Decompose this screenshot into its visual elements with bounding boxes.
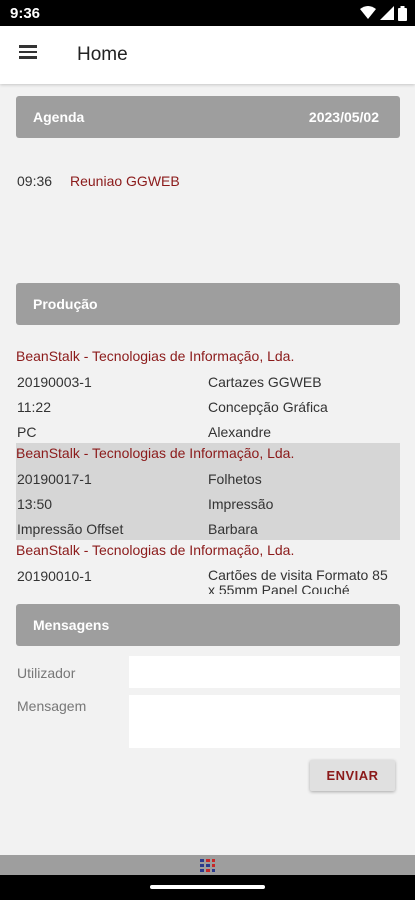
producao-title: Produção [33,296,98,312]
send-button[interactable]: ENVIAR [310,760,395,791]
producao-code: 20190010-1 [17,568,92,584]
producao-item[interactable]: BeanStalk - Tecnologias de Informação, L… [16,443,400,540]
footer-strip [0,855,415,875]
producao-item[interactable]: BeanStalk - Tecnologias de Informação, L… [16,346,400,443]
battery-icon [398,5,407,21]
mensagem-input[interactable] [129,695,400,748]
status-icons [360,5,407,21]
producao-operator: Barbara [208,521,258,537]
producao-item[interactable]: BeanStalk - Tecnologias de Informação, L… [16,540,400,594]
producao-company: BeanStalk - Tecnologias de Informação, L… [16,348,295,364]
utilizador-input[interactable] [129,656,400,688]
mensagens-title: Mensagens [33,617,110,633]
producao-header: Produção [16,283,400,325]
app-bar: Home [0,26,415,84]
status-bar: 9:36 [0,0,415,26]
agenda-entry-text: Reuniao GGWEB [70,173,180,189]
system-nav-bar [0,875,415,900]
home-indicator[interactable] [150,885,265,889]
producao-company: BeanStalk - Tecnologias de Informação, L… [16,445,295,461]
producao-company: BeanStalk - Tecnologias de Informação, L… [16,542,295,558]
mensagens-header: Mensagens [16,604,400,646]
producao-machine: PC [17,424,37,440]
producao-operator: Alexandre [208,424,272,440]
producao-phase: Concepção Gráfica [208,399,328,415]
mensagem-label: Mensagem [17,698,87,714]
producao-time: 13:50 [17,496,53,512]
producao-time: 11:22 [17,399,51,415]
utilizador-label: Utilizador [17,665,76,681]
status-time: 9:36 [10,5,41,22]
page-title: Home [77,44,128,65]
producao-list[interactable]: BeanStalk - Tecnologias de Informação, L… [16,346,400,594]
producao-product: Cartazes GGWEB [208,374,322,390]
agenda-header: Agenda 2023/05/02 [16,96,400,138]
producao-code: 20190003-1 [17,374,92,390]
producao-machine: Impressão Offset [17,521,124,537]
agenda-entry-time: 09:36 [17,173,53,189]
wifi-icon [360,6,376,19]
producao-code: 20190017-1 [17,471,92,487]
producao-product: Folhetos [208,471,262,487]
brand-logo-icon [200,859,215,872]
menu-icon [19,45,37,48]
agenda-title: Agenda [33,109,85,125]
producao-product: Cartões de visita Formato 85 x 55mm Pape… [208,567,388,595]
menu-button[interactable] [14,42,44,68]
producao-phase: Impressão [208,496,274,512]
signal-icon [380,6,394,20]
agenda-date: 2023/05/02 [308,109,379,125]
